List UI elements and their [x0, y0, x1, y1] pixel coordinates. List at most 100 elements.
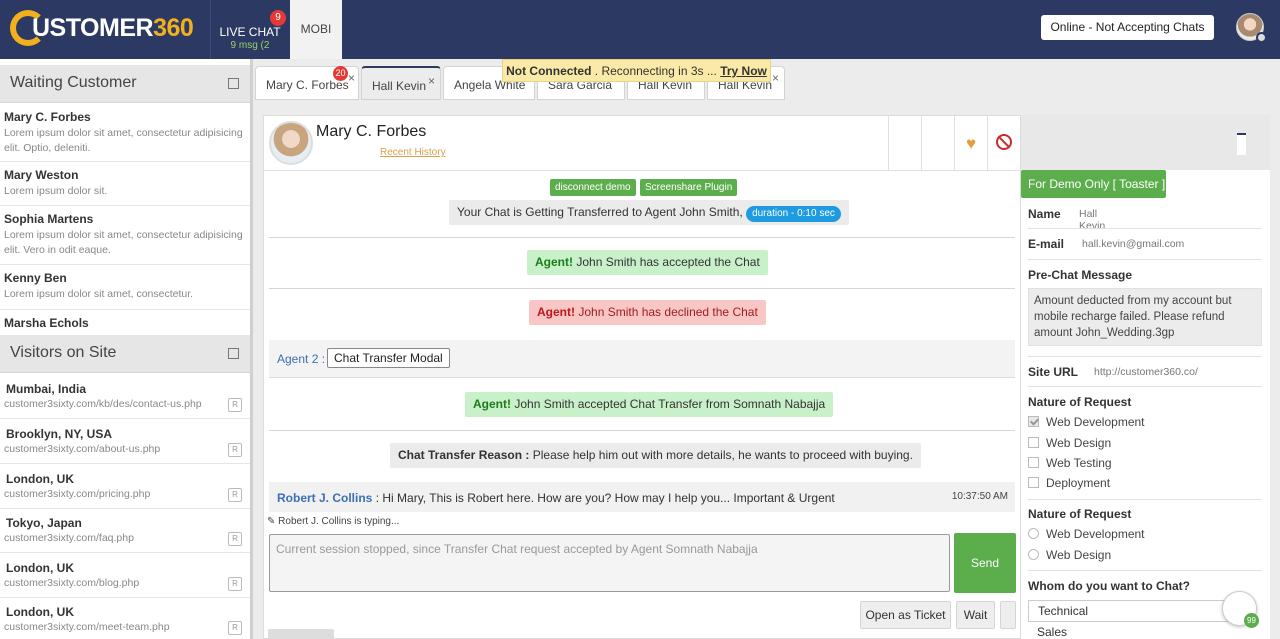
demo-toaster: For Demo Only [ Toaster ]	[1021, 170, 1166, 198]
horizontal-scrollbar[interactable]	[268, 629, 334, 639]
minimize-icon[interactable]	[228, 78, 239, 89]
tab-mobi[interactable]: MOBI	[290, 0, 342, 59]
prechat-message: Amount deducted from my account but mobi…	[1028, 288, 1262, 346]
waiting-item[interactable]: Marsha Echols	[0, 310, 250, 335]
wait-button[interactable]: Wait	[956, 601, 995, 629]
visitor-badge-icon[interactable]: R	[228, 443, 242, 457]
agent2-label: Agent 2 :	[277, 352, 326, 366]
nature-request-row: Nature of Request	[1028, 395, 1131, 409]
waiting-name: Sophia Martens	[4, 212, 94, 226]
visitor-badge-icon[interactable]: R	[228, 488, 242, 502]
divider	[1028, 356, 1262, 357]
accepted-notice: Agent! John Smith has accepted the Chat	[527, 250, 768, 275]
chat-message-input[interactable]: Current session stopped, since Transfer …	[269, 534, 950, 592]
waiting-item[interactable]: Sophia Martens Lorem ipsum dolor sit ame…	[0, 206, 250, 265]
notice-prefix: Agent!	[535, 255, 573, 269]
chat-tab[interactable]: Mary C. Forbes 20 ×	[255, 66, 359, 100]
favorite-button[interactable]: ♥	[954, 116, 987, 171]
declined-notice: Agent! John Smith has declined the Chat	[529, 300, 766, 325]
checkbox-label: Web Testing	[1046, 456, 1112, 470]
notice-text: John Smith has declined the Chat	[578, 305, 758, 319]
details-header	[1021, 115, 1270, 170]
site-url-value[interactable]: http://customer360.co/	[1094, 366, 1198, 378]
visitor-place: London, UK	[6, 561, 74, 575]
visitor-badge-icon[interactable]: R	[228, 532, 242, 546]
launcher-count-badge: 99	[1244, 613, 1259, 628]
divider	[269, 288, 1015, 289]
send-button[interactable]: Send	[954, 533, 1016, 593]
visitor-item[interactable]: London, UK customer3sixty.com/pricing.ph…	[0, 464, 250, 509]
waiting-item[interactable]: Kenny Ben Lorem ipsum dolor sit amet, co…	[0, 265, 250, 310]
close-icon[interactable]: ×	[772, 71, 779, 85]
minimize-icon[interactable]	[228, 348, 239, 359]
header-action-blank[interactable]	[888, 116, 921, 171]
radio-web-development[interactable]: Web Development	[1028, 527, 1145, 541]
waiting-item[interactable]: Mary Weston Lorem ipsum dolor sit.	[0, 162, 250, 206]
typing-indicator: ✎ Robert J. Collins is typing...	[267, 516, 399, 527]
visitor-url: customer3sixty.com/pricing.php	[4, 488, 151, 500]
close-icon[interactable]: ×	[428, 74, 435, 88]
pane-splitter[interactable]	[250, 59, 253, 639]
divider	[1028, 259, 1262, 260]
radio-icon	[1028, 528, 1039, 539]
waiting-item[interactable]: Mary C. Forbes Lorem ipsum dolor sit ame…	[0, 104, 250, 162]
prechat-row: Pre-Chat Message	[1028, 268, 1132, 282]
header-action-blank[interactable]	[921, 116, 954, 171]
visitor-item[interactable]: Mumbai, India customer3sixty.com/kb/des/…	[0, 374, 250, 419]
visitor-place: London, UK	[6, 605, 74, 619]
visitor-url: customer3sixty.com/meet-team.php	[4, 621, 170, 633]
name-label: Name	[1028, 207, 1061, 221]
waiting-customer-title: Waiting Customer	[10, 74, 137, 91]
message-author[interactable]: Robert J. Collins	[277, 491, 372, 505]
chat-launcher-button[interactable]: 99	[1222, 591, 1259, 628]
reason-text: Please help him out with more details, h…	[532, 448, 913, 462]
whom-select[interactable]: Technical	[1028, 600, 1254, 622]
chat-message: Robert J. Collins : Hi Mary, This is Rob…	[269, 482, 1015, 512]
visitor-item[interactable]: London, UK customer3sixty.com/meet-team.…	[0, 597, 250, 639]
checkbox-web-testing[interactable]: Web Testing	[1028, 456, 1112, 470]
visitor-badge-icon[interactable]: R	[228, 398, 242, 412]
divider	[269, 430, 1015, 431]
more-button[interactable]	[1000, 601, 1016, 629]
chat-input-placeholder: Current session stopped, since Transfer …	[276, 542, 758, 556]
logo[interactable]: USTOMER360	[10, 10, 194, 48]
chat-tab[interactable]: Hall Kevin ×	[361, 66, 441, 100]
prechat-label: Pre-Chat Message	[1028, 268, 1133, 282]
visitor-url: customer3sixty.com/faq.php	[4, 532, 134, 544]
checkbox-web-development[interactable]: Web Development	[1028, 415, 1145, 429]
try-now-link[interactable]: Try Now	[720, 64, 767, 78]
details-scroll-handle[interactable]	[1237, 133, 1246, 155]
checkbox-icon	[1028, 477, 1039, 488]
visitor-badge-icon[interactable]: R	[228, 577, 242, 591]
message-time: 10:37:50 AM	[951, 491, 1008, 502]
transfer-notice: Your Chat is Getting Transferred to Agen…	[449, 200, 849, 225]
checkbox-deployment[interactable]: Deployment	[1028, 476, 1110, 490]
block-button[interactable]	[987, 116, 1020, 171]
visitor-item[interactable]: Brooklyn, NY, USA customer3sixty.com/abo…	[0, 419, 250, 464]
notice-text: John Smith has accepted the Chat	[576, 255, 760, 269]
recent-history-link[interactable]: Recent History	[380, 147, 446, 158]
visitor-badge-icon[interactable]: R	[228, 621, 242, 635]
disconnect-demo-button[interactable]: disconnect demo	[550, 179, 636, 196]
close-icon[interactable]: ×	[348, 71, 355, 85]
screenshare-plugin-button[interactable]: Screenshare Plugin	[640, 179, 738, 196]
notice-text: John Smith accepted Chat Transfer from S…	[514, 397, 826, 411]
divider	[1028, 228, 1262, 229]
chat-transfer-modal-button[interactable]: Chat Transfer Modal	[327, 348, 450, 368]
live-chat-badge: 9	[270, 10, 286, 26]
checkbox-icon	[1028, 457, 1039, 468]
message-text: : Hi Mary, This is Robert here. How are …	[375, 491, 835, 505]
topbar-divider	[210, 0, 211, 59]
user-avatar[interactable]	[1236, 13, 1267, 43]
checkbox-label: Web Development	[1046, 415, 1145, 429]
checkbox-web-design[interactable]: Web Design	[1028, 436, 1111, 450]
nature-request-label: Nature of Request	[1028, 395, 1132, 409]
reason-label: Chat Transfer Reason :	[398, 448, 530, 462]
visitor-item[interactable]: Tokyo, Japan customer3sixty.com/faq.php …	[0, 508, 250, 553]
radio-web-design[interactable]: Web Design	[1028, 548, 1111, 562]
status-button[interactable]: Online - Not Accepting Chats	[1041, 15, 1214, 40]
whom-option[interactable]: Sales	[1028, 623, 1254, 639]
tab-live-chat[interactable]: 9 LIVE CHAT 9 msg (2	[212, 0, 288, 59]
visitor-item[interactable]: London, UK customer3sixty.com/blog.php R	[0, 553, 250, 598]
open-as-ticket-button[interactable]: Open as Ticket	[860, 601, 951, 629]
